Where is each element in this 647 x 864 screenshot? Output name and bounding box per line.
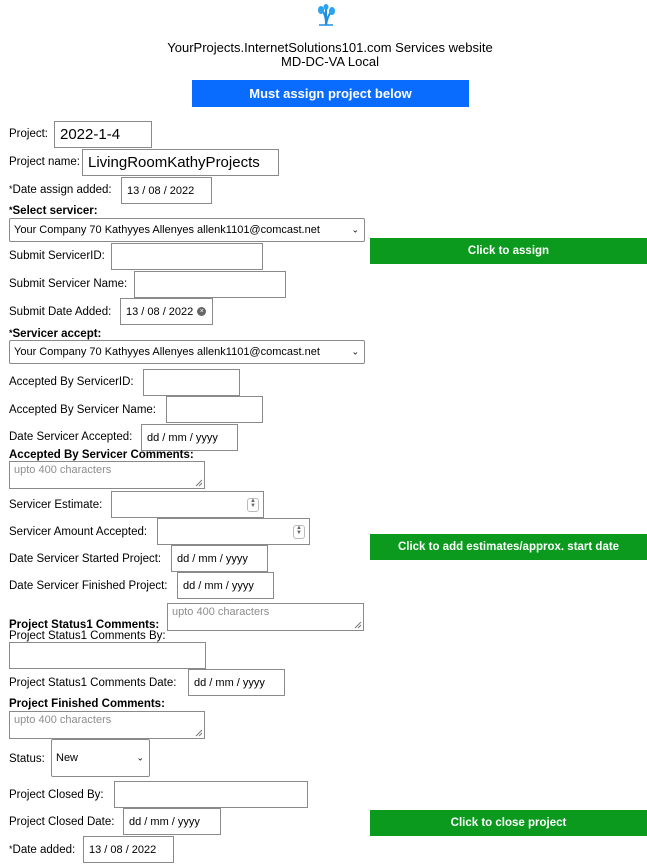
date-assign-added-input[interactable]: 13 / 08 / 2022 bbox=[121, 177, 212, 204]
date-started-label: Date Servicer Started Project: bbox=[9, 553, 162, 565]
status1-comments-date-input[interactable]: dd / mm / yyyy bbox=[188, 669, 285, 696]
assign-button[interactable]: Click to assign bbox=[370, 238, 647, 264]
date-added-label: *Date added: bbox=[9, 844, 76, 856]
servicer-accept-dropdown[interactable]: Your Company 70 Kathyyes Allenyes allenk… bbox=[9, 340, 365, 364]
servicer-accept-label: *Servicer accept: bbox=[9, 328, 102, 340]
accepted-comments-label: Accepted By Servicer Comments: bbox=[9, 449, 194, 461]
spinner-icon[interactable]: ▲ ▼ bbox=[247, 497, 259, 512]
accepted-by-id-label: Accepted By ServicerID: bbox=[9, 376, 134, 388]
submit-servicer-id-input[interactable] bbox=[111, 243, 263, 270]
servicer-amount-input[interactable]: ▲ ▼ bbox=[157, 518, 310, 545]
project-name-label: Project name: bbox=[9, 156, 80, 168]
submit-servicer-name-input[interactable] bbox=[134, 271, 286, 298]
accepted-comments-textarea[interactable]: upto 400 characters bbox=[9, 461, 205, 489]
closed-date-input[interactable]: dd / mm / yyyy bbox=[123, 808, 221, 835]
submit-date-added-value: 13 / 08 / 2022 bbox=[126, 305, 194, 318]
status-value: New bbox=[56, 752, 79, 764]
site-subtitle: MD-DC-VA Local bbox=[280, 54, 379, 69]
add-estimates-button[interactable]: Click to add estimates/approx. start dat… bbox=[370, 534, 647, 560]
servicer-accept-value: Your Company 70 Kathyyes Allenyes allenk… bbox=[14, 346, 320, 358]
date-added-input[interactable]: 13 / 08 / 2022 bbox=[83, 836, 174, 863]
accepted-comments-placeholder: upto 400 characters bbox=[14, 464, 112, 476]
assign-project-banner: Must assign project below bbox=[192, 80, 469, 107]
project-label: Project: bbox=[9, 128, 48, 140]
servicer-amount-label: Servicer Amount Accepted: bbox=[9, 526, 148, 538]
accepted-by-name-label: Accepted By Servicer Name: bbox=[9, 404, 157, 416]
date-finished-input[interactable]: dd / mm / yyyy bbox=[177, 572, 274, 599]
accepted-by-name-input[interactable] bbox=[166, 396, 263, 423]
servicer-estimate-input[interactable]: ▲ ▼ bbox=[111, 491, 264, 518]
chevron-down-icon: ⌄ bbox=[351, 224, 359, 235]
spinner-icon[interactable]: ▲ ▼ bbox=[293, 524, 305, 539]
submit-date-added-input[interactable]: 13 / 08 / 2022 × bbox=[120, 298, 213, 325]
accepted-by-id-input[interactable] bbox=[143, 369, 240, 396]
status1-comments-textarea[interactable]: upto 400 characters bbox=[167, 603, 364, 631]
status1-comments-date-label: Project Status1 Comments Date: bbox=[9, 677, 177, 689]
logo-icon bbox=[316, 4, 336, 26]
closed-by-label: Project Closed By: bbox=[9, 789, 104, 801]
status-dropdown[interactable]: New ⌄ bbox=[51, 739, 150, 777]
resize-grip-icon bbox=[354, 621, 362, 629]
status1-comments-placeholder: upto 400 characters bbox=[172, 606, 270, 618]
status-label: Status: bbox=[9, 753, 45, 765]
date-finished-label: Date Servicer Finished Project: bbox=[9, 580, 168, 592]
clear-icon[interactable]: × bbox=[197, 307, 207, 316]
chevron-down-icon: ⌄ bbox=[136, 752, 144, 763]
servicer-estimate-label: Servicer Estimate: bbox=[9, 499, 103, 511]
project-name-input[interactable]: LivingRoomKathyProjects bbox=[82, 149, 279, 176]
resize-grip-icon bbox=[195, 729, 203, 737]
resize-grip-icon bbox=[195, 479, 203, 487]
date-servicer-accepted-input[interactable]: dd / mm / yyyy bbox=[141, 424, 238, 451]
date-assign-added-label: *Date assign added: bbox=[9, 184, 112, 196]
closed-by-input[interactable] bbox=[114, 781, 308, 808]
submit-servicer-id-label: Submit ServicerID: bbox=[9, 250, 105, 262]
status1-comments-by-input[interactable] bbox=[9, 642, 206, 669]
select-servicer-dropdown[interactable]: Your Company 70 Kathyyes Allenyes allenk… bbox=[9, 218, 365, 242]
chevron-down-icon: ⌄ bbox=[351, 346, 359, 357]
select-servicer-label: *Select servicer: bbox=[9, 205, 98, 217]
project-input[interactable]: 2022-1-4 bbox=[54, 121, 152, 148]
close-project-button[interactable]: Click to close project bbox=[370, 810, 647, 836]
closed-date-label: Project Closed Date: bbox=[9, 816, 115, 828]
finished-comments-placeholder: upto 400 characters bbox=[14, 714, 112, 726]
finished-comments-textarea[interactable]: upto 400 characters bbox=[9, 711, 205, 739]
select-servicer-value: Your Company 70 Kathyyes Allenyes allenk… bbox=[14, 224, 320, 236]
submit-date-added-label: Submit Date Added: bbox=[9, 306, 112, 318]
finished-comments-label: Project Finished Comments: bbox=[9, 698, 165, 710]
date-started-input[interactable]: dd / mm / yyyy bbox=[171, 545, 268, 572]
status1-comments-by-label: Project Status1 Comments By: bbox=[9, 630, 166, 642]
submit-servicer-name-label: Submit Servicer Name: bbox=[9, 278, 128, 290]
date-servicer-accepted-label: Date Servicer Accepted: bbox=[9, 431, 133, 443]
site-title: YourProjects.InternetSolutions101.com Se… bbox=[167, 40, 493, 55]
